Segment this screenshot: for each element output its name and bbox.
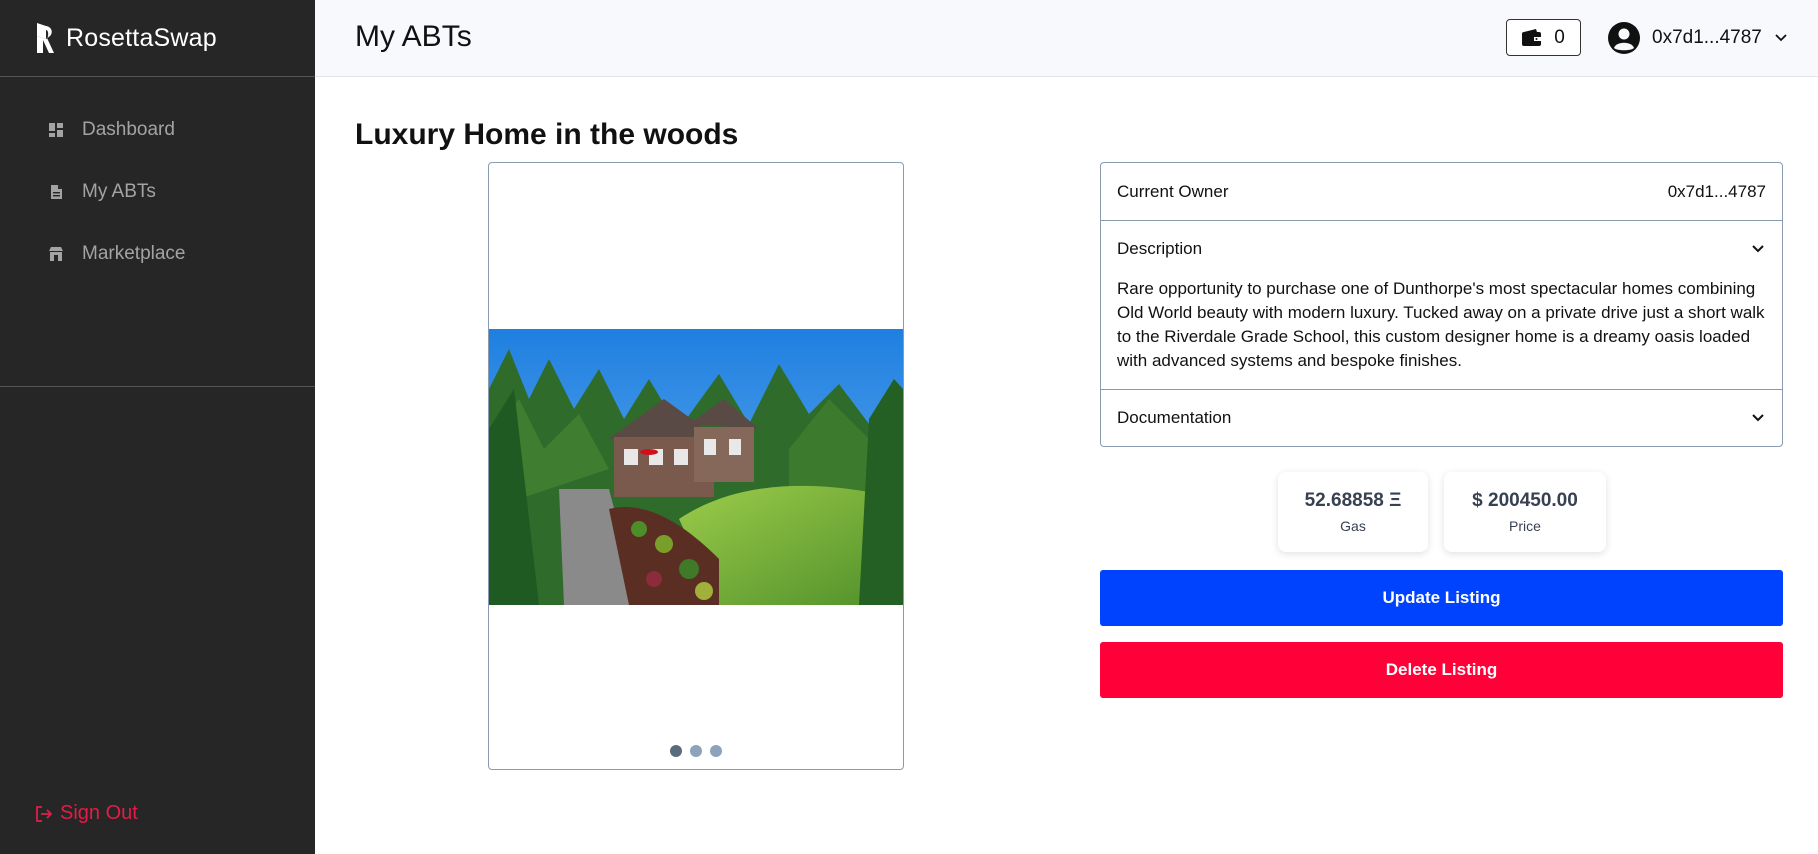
user-avatar-icon	[1608, 22, 1640, 54]
image-carousel[interactable]	[488, 162, 904, 770]
property-photo	[489, 329, 903, 605]
current-owner-value: 0x7d1...4787	[1667, 181, 1766, 201]
listing-details: Current Owner 0x7d1...4787 Description R…	[1100, 162, 1783, 447]
price-stat: $ 200450.00 Price	[1444, 472, 1606, 552]
update-listing-button[interactable]: Update Listing	[1100, 570, 1783, 626]
sidebar-item-marketplace[interactable]: Marketplace	[0, 223, 315, 285]
sidebar-item-label: Marketplace	[82, 243, 186, 264]
gas-label: Gas	[1340, 518, 1366, 534]
sidebar-nav: Dashboard My ABTs Marketplace	[0, 77, 315, 387]
description-text: Rare opportunity to purchase one of Dunt…	[1117, 279, 1765, 370]
carousel-dots	[489, 745, 903, 757]
listing-stats: 52.68858 Ξ Gas $ 200450.00 Price	[1278, 472, 1606, 552]
store-icon	[49, 247, 63, 261]
sign-out-icon	[36, 805, 53, 822]
sidebar-item-my-abts[interactable]: My ABTs	[0, 161, 315, 223]
price-label: Price	[1509, 518, 1541, 534]
sidebar-item-label: My ABTs	[82, 181, 156, 202]
documentation-toggle[interactable]: Documentation	[1101, 389, 1782, 446]
top-header: My ABTs 0 0x7d1...4787	[315, 0, 1818, 77]
sidebar-item-dashboard[interactable]: Dashboard	[0, 99, 315, 161]
sign-out-button[interactable]: Sign Out	[34, 802, 138, 825]
description-label: Description	[1117, 239, 1203, 258]
carousel-dot-1[interactable]	[670, 745, 682, 757]
wallet-button[interactable]: 0	[1506, 19, 1581, 56]
documentation-label: Documentation	[1117, 408, 1232, 427]
rosettaswap-logo-icon	[37, 23, 54, 53]
account-menu[interactable]: 0x7d1...4787	[1608, 22, 1788, 54]
sign-out-label: Sign Out	[60, 802, 138, 824]
page-title: My ABTs	[355, 20, 472, 53]
brand[interactable]: RosettaSwap	[0, 0, 315, 77]
carousel-dot-3[interactable]	[710, 745, 722, 757]
wallet-count: 0	[1554, 26, 1565, 48]
gas-value: 52.68858 Ξ	[1304, 490, 1402, 511]
wallet-icon	[1522, 29, 1542, 46]
account-address: 0x7d1...4787	[1652, 27, 1762, 48]
gas-stat: 52.68858 Ξ Gas	[1278, 472, 1428, 552]
dashboard-icon	[49, 123, 63, 137]
chevron-down-icon	[1775, 34, 1787, 42]
current-owner-row: Current Owner 0x7d1...4787	[1101, 163, 1782, 220]
document-icon	[51, 185, 62, 199]
sidebar: RosettaSwap Dashboard My ABTs Marketplac…	[0, 0, 315, 854]
listing-title: Luxury Home in the woods	[355, 118, 739, 151]
description-toggle[interactable]: Description	[1101, 221, 1782, 277]
description-section: Description Rare opportunity to purchase…	[1101, 220, 1782, 389]
chevron-down-icon	[1752, 245, 1764, 253]
delete-listing-button[interactable]: Delete Listing	[1100, 642, 1783, 698]
chevron-down-icon	[1752, 414, 1764, 422]
sidebar-item-label: Dashboard	[82, 119, 175, 140]
current-owner-label: Current Owner	[1117, 181, 1229, 201]
brand-name: RosettaSwap	[66, 23, 217, 52]
carousel-dot-2[interactable]	[690, 745, 702, 757]
price-value: $ 200450.00	[1472, 490, 1578, 511]
